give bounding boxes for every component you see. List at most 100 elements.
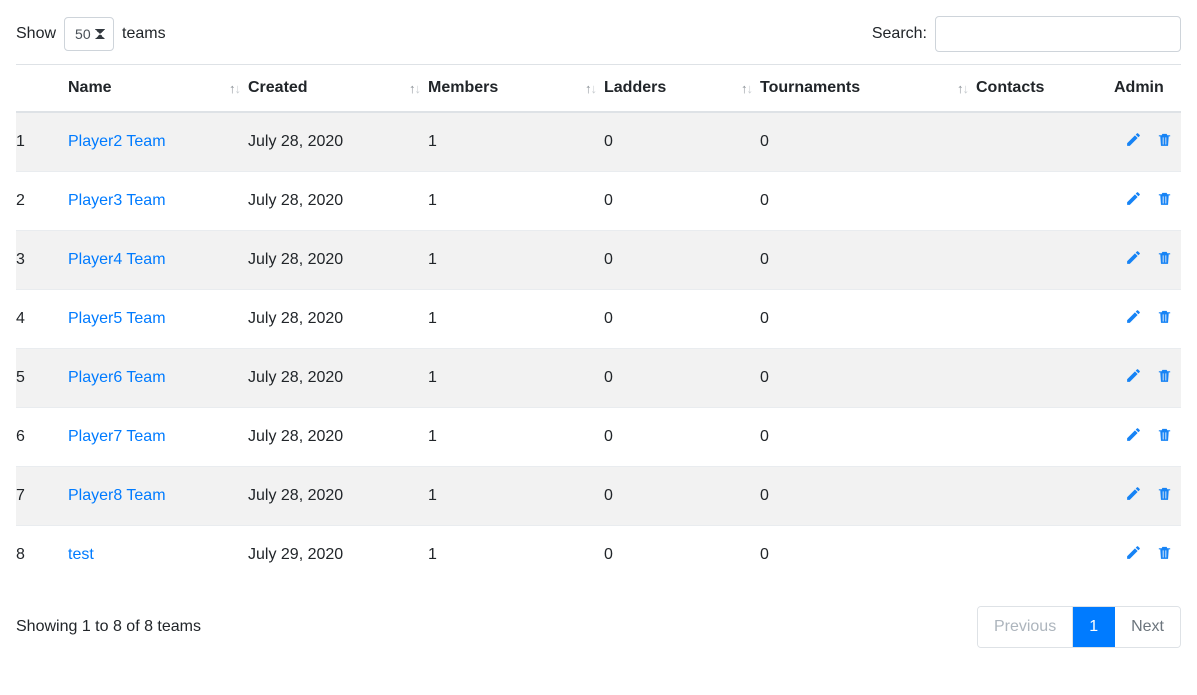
row-members: 1 — [428, 348, 604, 408]
table-footer: Showing 1 to 8 of 8 teams Previous 1 Nex… — [16, 584, 1181, 648]
table-row: 6 Player7 Team July 28, 2020 1 0 0 — [16, 407, 1181, 467]
row-tournaments: 0 — [760, 466, 976, 526]
row-name-cell: Player6 Team — [68, 348, 248, 408]
column-header-tournaments[interactable]: Tournaments ↑↓ — [760, 64, 976, 113]
pencil-icon[interactable] — [1125, 367, 1142, 384]
row-admin-cell — [1114, 525, 1181, 584]
row-members: 1 — [428, 525, 604, 584]
row-admin-cell — [1114, 348, 1181, 408]
row-created: July 28, 2020 — [248, 133, 344, 150]
row-index: 2 — [16, 171, 68, 231]
page-length-label-prefix: Show — [16, 25, 57, 42]
row-admin-cell — [1114, 230, 1181, 290]
team-name-link[interactable]: Player8 Team — [68, 487, 166, 504]
search-label: Search: — [871, 25, 927, 42]
row-members: 1 — [428, 407, 604, 467]
pagination-next-button[interactable]: Next — [1115, 607, 1180, 647]
row-name-cell: test — [68, 525, 248, 584]
sort-icon[interactable]: ↑↓ — [229, 81, 241, 96]
row-name-cell: Player4 Team — [68, 230, 248, 290]
column-header-contacts: Contacts — [976, 64, 1114, 113]
row-contacts — [976, 525, 1114, 584]
row-ladders: 0 — [604, 289, 760, 349]
row-members: 1 — [428, 133, 437, 150]
pagination-page-1-button[interactable]: 1 — [1073, 607, 1116, 647]
column-header-admin: Admin — [1114, 64, 1181, 113]
page-length-label-suffix: teams — [122, 25, 166, 42]
pencil-icon[interactable] — [1125, 485, 1142, 502]
pencil-icon[interactable] — [1125, 131, 1142, 148]
table-row: 7 Player8 Team July 28, 2020 1 0 0 — [16, 466, 1181, 526]
pagination-previous-button[interactable]: Previous — [977, 607, 1074, 647]
table-head: Name ↑↓ Created ↑↓ Members ↑↓ Ladders ↑↓… — [16, 64, 1181, 113]
team-name-link[interactable]: Player6 Team — [68, 369, 166, 386]
column-header-index — [16, 64, 68, 113]
sort-icon[interactable]: ↑↓ — [957, 81, 969, 96]
column-header-created-label: Created — [248, 79, 308, 96]
table-info: Showing 1 to 8 of 8 teams — [16, 618, 201, 635]
team-name-link[interactable]: test — [68, 546, 94, 563]
pencil-icon[interactable] — [1125, 249, 1142, 266]
pencil-icon[interactable] — [1125, 426, 1142, 443]
row-ladders: 0 — [604, 407, 760, 467]
pencil-icon[interactable] — [1125, 190, 1142, 207]
column-header-admin-label: Admin — [1114, 79, 1164, 96]
trash-icon[interactable] — [1156, 249, 1173, 266]
trash-icon[interactable] — [1156, 190, 1173, 207]
row-created: July 28, 2020 — [248, 230, 428, 290]
pencil-icon[interactable] — [1125, 544, 1142, 561]
table-row: 5 Player6 Team July 28, 2020 1 0 0 — [16, 348, 1181, 408]
row-ladders: 0 — [604, 525, 760, 584]
column-header-ladders-label: Ladders — [604, 79, 667, 96]
row-members: 1 — [428, 466, 604, 526]
page-size-select[interactable]: 50 — [64, 17, 115, 51]
team-name-link[interactable]: Player3 Team — [68, 192, 166, 209]
row-ladders: 0 — [604, 171, 760, 231]
team-name-link[interactable]: Player2 Team — [68, 133, 166, 150]
row-tournaments: 0 — [760, 407, 976, 467]
row-created: July 28, 2020 — [248, 171, 428, 231]
row-tournaments: 0 — [760, 525, 976, 584]
row-name-cell: Player8 Team — [68, 466, 248, 526]
table-toolbar: Show 50 teams Search: — [16, 0, 1181, 64]
teams-table: Name ↑↓ Created ↑↓ Members ↑↓ Ladders ↑↓… — [16, 64, 1181, 584]
column-header-name-label: Name — [68, 79, 112, 96]
row-contacts — [976, 230, 1114, 290]
page-length-control: Show 50 teams — [16, 17, 166, 51]
table-body: 1 Player2 Team July 28, 2020 1 0 0 2 Player3 Te… — [16, 112, 1181, 584]
row-admin-cell — [1114, 112, 1181, 172]
team-name-link[interactable]: Player7 Team — [68, 428, 166, 445]
search-input[interactable] — [935, 16, 1181, 52]
team-name-link[interactable]: Player4 Team — [68, 251, 166, 268]
column-header-members[interactable]: Members ↑↓ — [428, 64, 604, 113]
row-created: July 29, 2020 — [248, 525, 428, 584]
trash-icon[interactable] — [1156, 544, 1173, 561]
trash-icon[interactable] — [1156, 131, 1173, 148]
row-members: 1 — [428, 289, 604, 349]
teams-page: Show 50 teams Search: Name ↑↓ Created ↑↓… — [0, 0, 1197, 695]
column-header-name[interactable]: Name ↑↓ — [68, 64, 248, 113]
trash-icon[interactable] — [1156, 308, 1173, 325]
row-ladders: 0 — [604, 230, 760, 290]
row-members: 1 — [428, 171, 604, 231]
trash-icon[interactable] — [1156, 426, 1173, 443]
trash-icon[interactable] — [1156, 485, 1173, 502]
row-created: July 28, 2020 — [248, 348, 428, 408]
pencil-icon[interactable] — [1125, 308, 1142, 325]
team-name-link[interactable]: Player5 Team — [68, 310, 166, 327]
row-index: 4 — [16, 289, 68, 349]
column-header-created[interactable]: Created ↑↓ — [248, 64, 428, 113]
row-index: 6 — [16, 407, 68, 467]
row-name-cell: Player2 Team — [68, 112, 248, 172]
column-header-ladders[interactable]: Ladders ↑↓ — [604, 64, 760, 113]
pagination: Previous 1 Next — [976, 606, 1181, 648]
sort-icon[interactable]: ↑↓ — [409, 81, 421, 96]
sort-icon[interactable]: ↑↓ — [585, 81, 597, 96]
sort-icon[interactable]: ↑↓ — [741, 81, 753, 96]
table-row: 2 Player3 Team July 28, 2020 1 0 0 — [16, 171, 1181, 231]
column-header-members-label: Members — [428, 79, 499, 96]
trash-icon[interactable] — [1156, 367, 1173, 384]
row-contacts — [976, 112, 1114, 172]
row-created: July 28, 2020 — [248, 466, 428, 526]
row-name-cell: Player5 Team — [68, 289, 248, 349]
